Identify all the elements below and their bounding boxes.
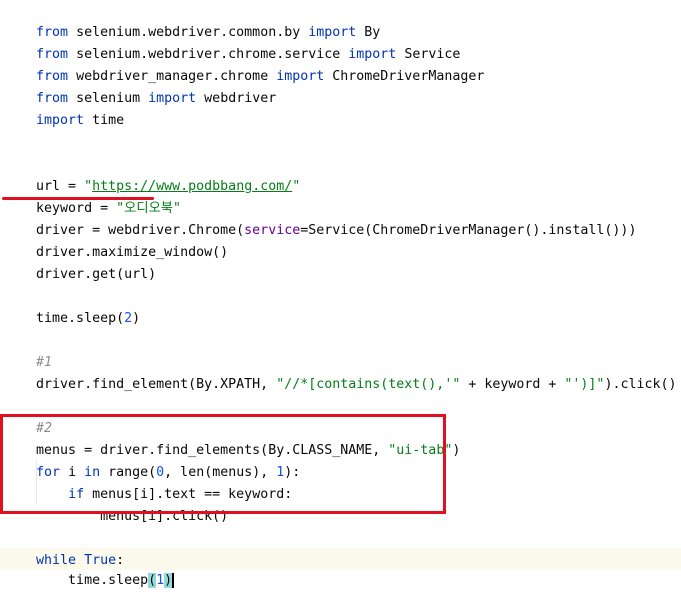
code-line-25[interactable]: while True: — [4, 528, 124, 568]
code-token: time.sleep — [36, 573, 149, 588]
code-token: =Service(ChromeDriverManager().install()… — [300, 223, 637, 238]
code-line-14[interactable]: time.sleep(2) — [4, 286, 140, 326]
code-line-26[interactable]: time.sleep(1) — [4, 548, 175, 588]
code-token: service — [244, 223, 301, 238]
code-line-2[interactable]: from selenium.webdriver.chrome.service i… — [4, 22, 460, 62]
bracket-match: ( — [148, 573, 157, 588]
code-token: ChromeDriverManager — [324, 69, 485, 84]
code-editor[interactable]: from selenium.webdriver.common.by import… — [0, 0, 681, 592]
code-token: + keyword + — [460, 377, 565, 392]
code-token: 1 — [156, 573, 165, 588]
code-line-9[interactable]: keyword = "오디오북" — [4, 176, 181, 216]
code-token: webdriver — [196, 91, 277, 106]
code-line-5[interactable]: import time — [4, 88, 124, 128]
code-line-17[interactable]: driver.find_element(By.XPATH, "//*[conta… — [4, 352, 676, 392]
code-line-11[interactable]: driver.maximize_window() — [4, 220, 228, 260]
code-token: ) — [132, 311, 141, 326]
code-token: "')]" — [564, 377, 605, 392]
code-token: time — [84, 113, 125, 128]
code-token: import — [276, 69, 325, 84]
code-token: 2 — [124, 311, 133, 326]
code-line-8[interactable]: url = "https://www.podbbang.com/" — [4, 154, 300, 194]
code-token: import — [148, 91, 197, 106]
code-line-3[interactable]: from webdriver_manager.chrome import Chr… — [4, 44, 484, 84]
code-token: import — [36, 113, 85, 128]
code-token: " — [292, 179, 301, 194]
code-token: driver.get(url) — [36, 267, 157, 282]
code-line-12[interactable]: driver.get(url) — [4, 242, 156, 282]
red-box-annotation — [0, 414, 446, 514]
code-token: "//*[contains(text(),'" — [276, 377, 461, 392]
code-line-16[interactable]: #1 — [4, 330, 52, 370]
code-token: ) — [452, 443, 461, 458]
code-line-10[interactable]: driver = webdriver.Chrome(service=Servic… — [4, 198, 636, 238]
code-token: driver.find_element(By.XPATH, — [36, 377, 277, 392]
code-token: ).click() — [604, 377, 677, 392]
bracket-match-caret: ) — [164, 573, 175, 588]
code-line-1[interactable]: from selenium.webdriver.common.by import… — [4, 0, 380, 40]
code-line-4[interactable]: from selenium import webdriver — [4, 66, 276, 106]
code-token: time.sleep( — [36, 311, 125, 326]
